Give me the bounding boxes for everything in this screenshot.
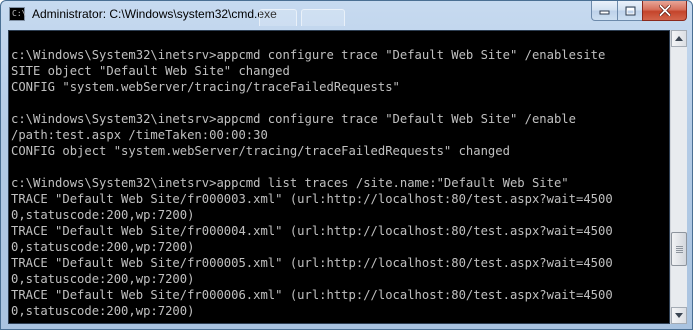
close-button[interactable]: [642, 1, 687, 21]
console-line: TRACE "Default Web Site/fr000005.xml" (u…: [11, 256, 613, 270]
grip-line: [676, 252, 683, 253]
grip-line: [676, 246, 683, 247]
console-text: c:\Windows\System32\inetsrv>appcmd confi…: [11, 47, 613, 319]
scroll-up-button[interactable]: [671, 30, 687, 47]
caption-buttons: [591, 1, 687, 21]
cmd-window: C:\ Administrator: C:\Windows\system32\c…: [0, 0, 693, 330]
console-line: 0,statuscode:200,wp:7200): [11, 208, 195, 222]
console-line: 0,statuscode:200,wp:7200): [11, 272, 195, 286]
console-line: TRACE "Default Web Site/fr000003.xml" (u…: [11, 192, 613, 206]
scroll-thumb[interactable]: [671, 232, 687, 266]
console-line: c:\Windows\System32\inetsrv>appcmd list …: [11, 176, 569, 190]
console-line: CONFIG "system.webServer/tracing/traceFa…: [11, 80, 400, 94]
console-line: c:\Windows\System32\inetsrv>appcmd confi…: [11, 112, 576, 126]
minimize-icon: [599, 10, 610, 14]
cmd-icon[interactable]: C:\: [9, 7, 26, 21]
background-window-tab: [259, 9, 297, 26]
grip-line: [676, 248, 683, 249]
console-line: TRACE "Default Web Site/fr000006.xml" (u…: [11, 288, 613, 302]
scroll-down-arrow-icon: [675, 313, 683, 318]
console-line: /path:test.aspx /timeTaken:00:00:30: [11, 128, 268, 142]
console-line: SITE object "Default Web Site" changed: [11, 64, 290, 78]
console-line: c:\Windows\System32\inetsrv>appcmd confi…: [11, 48, 606, 62]
grip-line: [676, 250, 683, 251]
maximize-icon: [625, 6, 635, 15]
background-window-tab: [301, 9, 345, 26]
minimize-button[interactable]: [591, 1, 618, 21]
console-line: CONFIG object "system.webServer/tracing/…: [11, 144, 510, 158]
vertical-scrollbar[interactable]: [670, 30, 687, 324]
console-output[interactable]: c:\Windows\System32\inetsrv>appcmd confi…: [8, 30, 670, 324]
scroll-up-arrow-icon: [675, 36, 683, 41]
maximize-button[interactable]: [617, 1, 643, 21]
title-bar[interactable]: C:\ Administrator: C:\Windows\system32\c…: [1, 1, 692, 30]
scroll-down-button[interactable]: [671, 307, 687, 324]
console-line: TRACE "Default Web Site/fr000004.xml" (u…: [11, 224, 613, 238]
console-line: 0,statuscode:200,wp:7200): [11, 240, 195, 254]
window-title: Administrator: C:\Windows\system32\cmd.e…: [32, 7, 277, 21]
console-line: 0,statuscode:200,wp:7200): [11, 304, 195, 318]
close-icon: [658, 5, 671, 16]
